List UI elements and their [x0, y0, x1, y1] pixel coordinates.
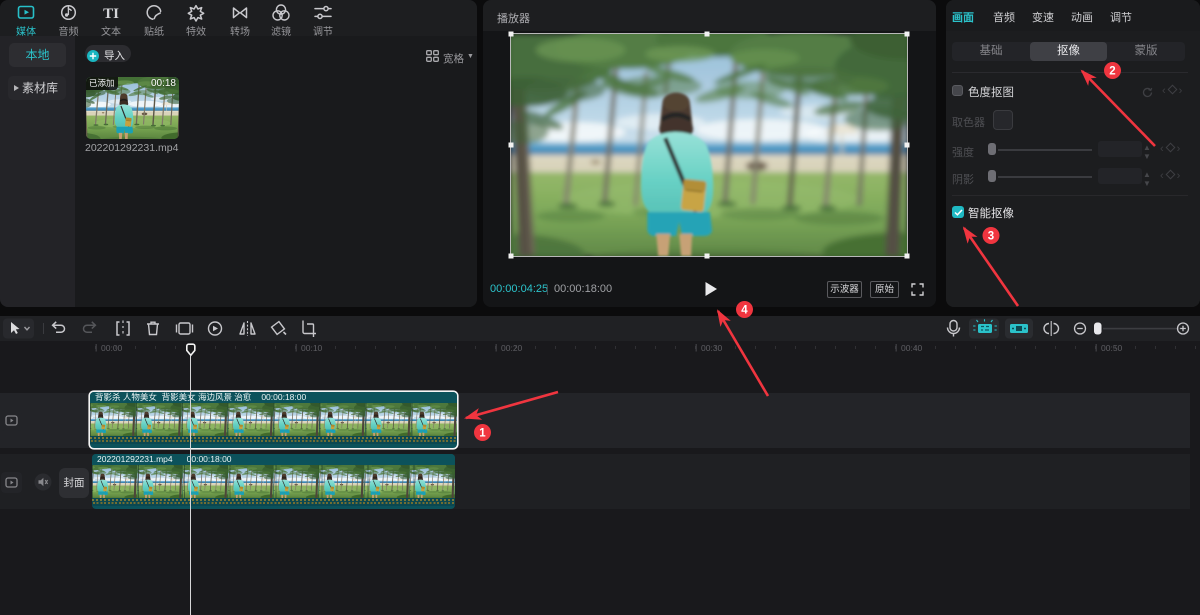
svg-text:TI: TI	[103, 6, 119, 22]
